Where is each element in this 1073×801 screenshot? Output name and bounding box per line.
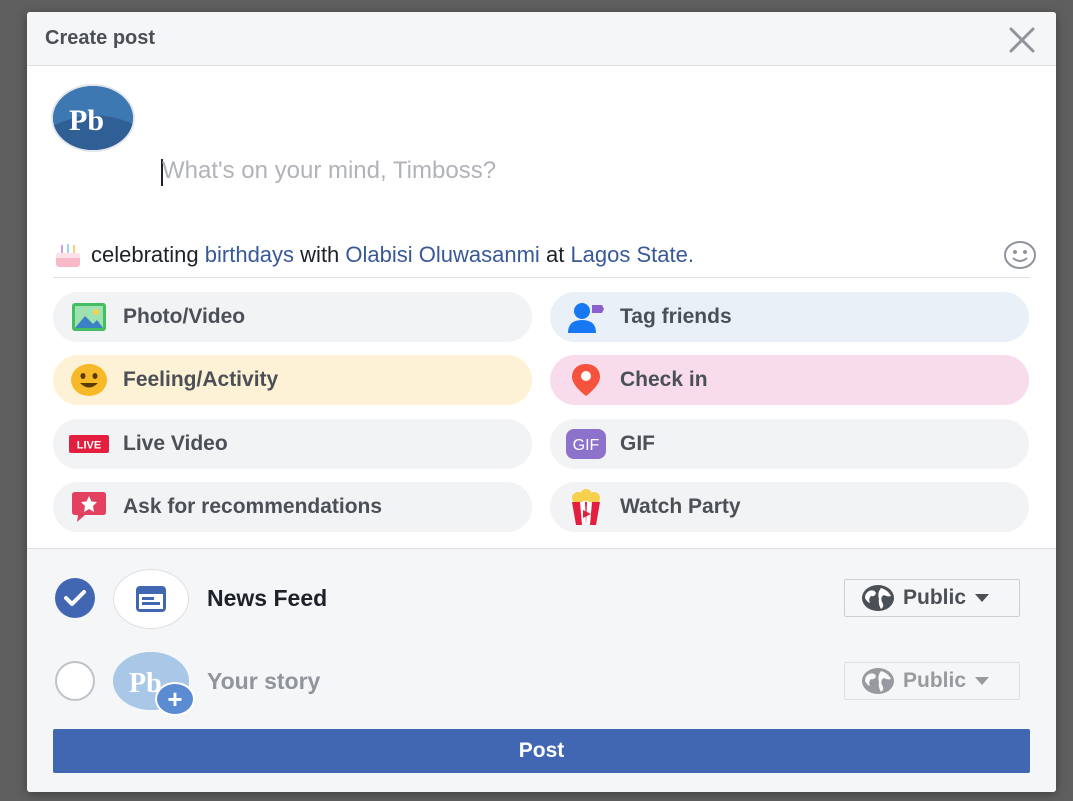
story-avatar: Pb +	[113, 652, 195, 716]
globe-icon	[861, 584, 895, 612]
your-story-row: Pb + Your story Public	[27, 647, 1056, 717]
add-story-icon: +	[155, 682, 195, 716]
post-text-input[interactable]	[162, 154, 982, 188]
check-in-label: Check in	[620, 368, 708, 391]
check-in-button[interactable]: Check in	[550, 355, 1029, 405]
ask-recommendations-label: Ask for recommendations	[123, 495, 383, 518]
feeling-activity-button[interactable]: Feeling/Activity	[53, 355, 532, 405]
activity-verb: celebrating	[91, 242, 199, 267]
your-story-privacy-label: Public	[903, 669, 967, 692]
smiley-icon[interactable]	[1003, 240, 1037, 270]
gif-label: GIF	[620, 432, 655, 455]
post-button[interactable]: Post	[53, 729, 1030, 773]
recommendation-icon	[69, 487, 109, 527]
chevron-down-icon	[974, 676, 990, 686]
location-pin-icon	[566, 360, 606, 400]
gif-icon-text: GIF	[573, 437, 600, 454]
news-feed-privacy-dropdown[interactable]: Public	[844, 579, 1020, 617]
tagged-friend-link[interactable]: Olabisi Oluwasanmi	[345, 242, 539, 268]
news-feed-label: News Feed	[207, 585, 328, 611]
dialog-header: Create post	[27, 12, 1056, 66]
tag-friends-button[interactable]: Tag friends	[550, 292, 1029, 342]
create-post-dialog: Create post Pb What's on your mind, Timb…	[27, 12, 1056, 792]
live-video-icon: LIVE	[69, 424, 109, 464]
feeling-activity-label: Feeling/Activity	[123, 368, 279, 391]
news-feed-row: News Feed Public	[27, 564, 1056, 634]
at-word: at	[545, 242, 565, 267]
live-video-label: Live Video	[123, 432, 228, 455]
divider	[53, 277, 1030, 278]
photo-video-label: Photo/Video	[123, 305, 246, 328]
post-actions: Photo/Video Tag friends Feeling/Activity…	[53, 292, 1031, 532]
tag-friends-label: Tag friends	[620, 305, 732, 328]
avatar-initials: Pb	[69, 104, 104, 137]
chevron-down-icon	[974, 593, 990, 603]
smiley-face-icon	[69, 360, 109, 400]
watch-party-button[interactable]: Watch Party	[550, 482, 1029, 532]
with-word: with	[300, 242, 340, 267]
globe-icon	[861, 667, 895, 695]
avatar: Pb	[53, 86, 133, 150]
live-video-button[interactable]: LIVE Live Video	[53, 419, 532, 469]
photo-video-button[interactable]: Photo/Video	[53, 292, 532, 342]
dialog-title: Create post	[45, 27, 156, 49]
live-badge-text: LIVE	[77, 440, 101, 452]
news-feed-checkbox[interactable]	[55, 578, 95, 618]
ask-recommendations-button[interactable]: Ask for recommendations	[53, 482, 532, 532]
close-icon[interactable]	[1008, 26, 1036, 54]
activity-summary: celebrating birthdays with Olabisi Oluwa…	[53, 241, 694, 269]
popcorn-icon	[566, 487, 606, 527]
gif-button[interactable]: GIF GIF	[550, 419, 1029, 469]
news-feed-icon	[113, 569, 189, 629]
news-feed-privacy-label: Public	[903, 586, 967, 609]
your-story-checkbox[interactable]	[55, 661, 95, 701]
photo-icon	[69, 297, 109, 337]
activity-link[interactable]: birthdays	[205, 242, 294, 268]
your-story-label: Your story	[207, 668, 321, 694]
your-story-privacy-dropdown[interactable]: Public	[844, 662, 1020, 700]
birthday-cake-icon	[53, 241, 83, 269]
location-link[interactable]: Lagos State.	[570, 242, 694, 268]
tag-friends-icon	[566, 297, 606, 337]
gif-icon: GIF	[566, 424, 606, 464]
watch-party-label: Watch Party	[620, 495, 741, 518]
